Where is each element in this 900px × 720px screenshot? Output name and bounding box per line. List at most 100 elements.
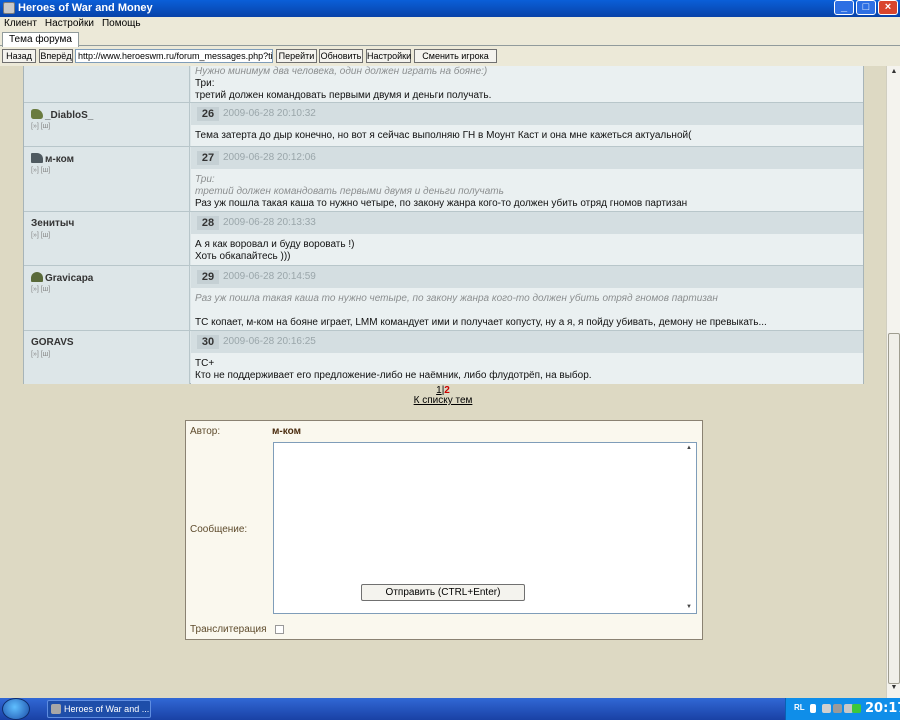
post-body-cell: 28 2009-06-28 20:13:33 А я как воровал и…: [191, 212, 863, 265]
forum-post: Зенитыч [»] [ш] 28 2009-06-28 20:13:33 А…: [24, 211, 863, 265]
refresh-button[interactable]: Обновить: [319, 49, 363, 63]
author-value: м-ком: [272, 426, 301, 437]
post-author-cell: м-ком [»] [ш]: [24, 147, 190, 211]
chevron-left-icon[interactable]: [810, 704, 816, 713]
scroll-down-icon[interactable]: ▼: [888, 684, 900, 696]
post-header: 30 2009-06-28 20:16:25: [191, 331, 863, 353]
post-date: 2009-06-28 20:10:32: [223, 108, 316, 119]
post-author[interactable]: м-ком: [31, 153, 74, 165]
post-links[interactable]: [»] [ш]: [31, 286, 50, 293]
post-author-cell: GORAVS [»] [ш]: [24, 331, 190, 384]
tray-icon[interactable]: [822, 704, 831, 713]
post-header: 27 2009-06-28 20:12:06: [191, 147, 863, 169]
post-header: 29 2009-06-28 20:14:59: [191, 266, 863, 288]
author-name[interactable]: м-ком: [45, 154, 74, 165]
post-line: А я как воровал и буду воровать !): [195, 239, 355, 250]
start-button[interactable]: [2, 698, 30, 720]
post-text: Нужно минимум два человека, один должен …: [195, 66, 855, 102]
system-tray: RL 20:17: [785, 698, 900, 720]
menu-settings[interactable]: Настройки: [41, 17, 98, 31]
post-body-cell: 30 2009-06-28 20:16:25 ТС+ Кто не поддер…: [191, 331, 863, 384]
textarea-scrollbar[interactable]: ▲ ▼: [683, 443, 696, 613]
post-date: 2009-06-28 20:13:33: [223, 217, 316, 228]
task-title: Heroes of War and ...: [64, 704, 150, 714]
post-author[interactable]: Gravicapa: [31, 272, 93, 284]
back-to-topics-link[interactable]: К списку тем: [0, 395, 886, 406]
scroll-thumb[interactable]: [888, 333, 900, 684]
post-text: ТС+ Кто не поддерживает его предложение-…: [195, 358, 855, 382]
post-number: 29: [197, 270, 219, 284]
translit-label: Транслитерация: [190, 624, 267, 635]
post-date: 2009-06-28 20:16:25: [223, 336, 316, 347]
clan-icon: [31, 272, 43, 282]
window-title: Heroes of War and Money: [18, 2, 153, 14]
message-label: Сообщение:: [190, 524, 248, 535]
scroll-up-icon[interactable]: ▲: [686, 445, 692, 451]
translit-checkbox[interactable]: [275, 625, 284, 634]
post-text: Три: третий должен командовать первыми д…: [195, 174, 855, 210]
author-name[interactable]: GORAVS: [31, 337, 74, 348]
post-links[interactable]: [»] [ш]: [31, 123, 50, 130]
tray-icon[interactable]: [833, 704, 842, 713]
clock: 20:17: [865, 701, 900, 716]
post-quote: Три:: [195, 174, 215, 185]
author-name[interactable]: Gravicapa: [45, 273, 93, 284]
settings-button[interactable]: Настройки: [366, 49, 411, 63]
post-line: Тема затерта до дыр конечно, но вот я се…: [195, 130, 692, 141]
page-scrollbar[interactable]: ▲ ▼: [886, 66, 900, 698]
taskbar: Heroes of War and ... RL 20:17: [0, 698, 900, 720]
page-content: Нужно минимум два человека, один должен …: [0, 66, 886, 698]
menu-client[interactable]: Клиент: [0, 17, 41, 31]
maximize-button[interactable]: □: [856, 0, 876, 15]
post-line: ТС копает, м-ком на бояне играет, LMM ко…: [195, 317, 767, 328]
post-text: А я как воровал и буду воровать !) Хоть …: [195, 239, 855, 263]
forward-button[interactable]: Вперёд: [39, 49, 73, 63]
post-line: Хоть обкапайтесь ))): [195, 251, 291, 262]
author-name[interactable]: Зенитыч: [31, 218, 74, 229]
post-number: 26: [197, 107, 219, 121]
post-line: Три:: [195, 78, 215, 89]
go-button[interactable]: Перейти: [276, 49, 317, 63]
post-text: Раз уж пошла такая каша то нужно четыре,…: [195, 293, 855, 329]
forum-post: Gravicapa [»] [ш] 29 2009-06-28 20:14:59…: [24, 265, 863, 330]
clan-icon: [31, 153, 43, 163]
post-author-cell: Gravicapa [»] [ш]: [24, 266, 190, 330]
title-bar: Heroes of War and Money _ □ ×: [0, 0, 900, 17]
post-author[interactable]: _DiabloS_: [31, 109, 93, 121]
scroll-down-icon[interactable]: ▼: [686, 604, 692, 610]
forum-post: м-ком [»] [ш] 27 2009-06-28 20:12:06 Три…: [24, 146, 863, 211]
post-date: 2009-06-28 20:14:59: [223, 271, 316, 282]
post-links[interactable]: [»] [ш]: [31, 232, 50, 239]
forum-thread: Нужно минимум два человека, один должен …: [23, 66, 864, 384]
post-line: третий должен командовать первыми двумя …: [195, 90, 492, 101]
post-links[interactable]: [»] [ш]: [31, 167, 50, 174]
post-quote: Нужно минимум два человека, один должен …: [195, 66, 488, 77]
post-author[interactable]: GORAVS: [31, 337, 74, 348]
minimize-button[interactable]: _: [834, 0, 854, 15]
post-author[interactable]: Зенитыч: [31, 218, 74, 229]
post-body-cell: 29 2009-06-28 20:14:59 Раз уж пошла така…: [191, 266, 863, 330]
post-author-cell: [24, 66, 190, 102]
post-body-cell: 27 2009-06-28 20:12:06 Три: третий долже…: [191, 147, 863, 211]
switch-player-button[interactable]: Сменить игрока: [414, 49, 497, 63]
post-header: 26 2009-06-28 20:10:32: [191, 103, 863, 125]
close-button[interactable]: ×: [878, 0, 898, 15]
tab-strip: Тема форума: [0, 31, 900, 47]
url-input[interactable]: http://www.heroeswm.ru/forum_messages.ph…: [75, 49, 273, 63]
app-icon: [3, 2, 15, 14]
post-links[interactable]: [»] [ш]: [31, 351, 50, 358]
language-indicator[interactable]: RL: [794, 703, 805, 712]
send-button[interactable]: Отправить (CTRL+Enter): [361, 584, 525, 601]
post-number: 27: [197, 151, 219, 165]
tray-icon[interactable]: [852, 704, 861, 713]
scroll-up-icon[interactable]: ▲: [888, 68, 900, 80]
author-name[interactable]: _DiabloS_: [45, 110, 93, 121]
post-line: Раз уж пошла такая каша то нужно четыре,…: [195, 198, 688, 209]
post-text: Тема затерта до дыр конечно, но вот я се…: [195, 130, 855, 142]
tab-forum-topic[interactable]: Тема форума: [2, 32, 79, 47]
post-body-cell: Нужно минимум два человека, один должен …: [191, 66, 863, 102]
back-button[interactable]: Назад: [2, 49, 36, 63]
post-line: Кто не поддерживает его предложение-либо…: [195, 370, 592, 381]
taskbar-item[interactable]: Heroes of War and ...: [47, 700, 151, 718]
menu-help[interactable]: Помощь: [98, 17, 145, 31]
